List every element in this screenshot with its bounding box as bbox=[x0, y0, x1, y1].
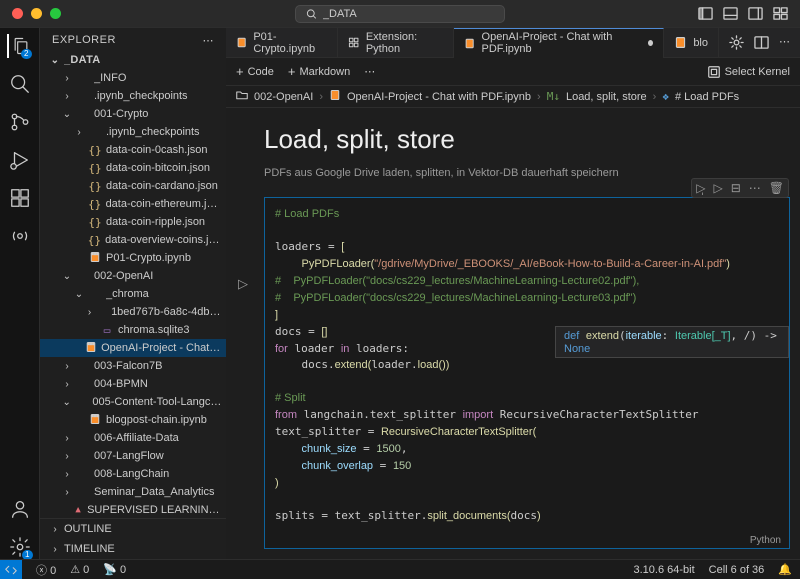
tree-item[interactable]: ›.ipynb_checkpoints bbox=[40, 123, 226, 141]
activity-explorer[interactable]: 2 bbox=[7, 34, 31, 58]
activity-account[interactable] bbox=[8, 497, 32, 521]
status-ports[interactable]: 📡 0 bbox=[103, 563, 126, 576]
tree-item[interactable]: ▭chroma.sqlite3 bbox=[40, 321, 226, 339]
file-tree: ⌄_DATA›_INFO›.ipynb_checkpoints⌄001-Cryp… bbox=[40, 51, 226, 518]
notebook-toolbar: +Code +Markdown ⋯ Select Kernel bbox=[226, 58, 800, 86]
titlebar bbox=[0, 0, 800, 28]
maximize-window[interactable] bbox=[50, 8, 61, 19]
editor-tab[interactable]: P01-Crypto.ipynb bbox=[226, 28, 338, 58]
tree-item[interactable]: data-coin-bitcoin.json bbox=[40, 159, 226, 177]
tree-item[interactable]: ›Seminar_Data_Analytics bbox=[40, 483, 226, 501]
status-bell-icon[interactable]: 🔔 bbox=[778, 563, 792, 576]
activity-debug[interactable] bbox=[8, 148, 32, 172]
breadcrumbs[interactable]: 002-OpenAI›OpenAI-Project - Chat with PD… bbox=[226, 86, 800, 108]
tree-item[interactable]: data-overview-coins.json bbox=[40, 231, 226, 249]
tree-item[interactable]: ›004-BPMN bbox=[40, 375, 226, 393]
activity-search[interactable] bbox=[8, 72, 32, 96]
editor-tab[interactable]: Extension: Python bbox=[338, 28, 454, 58]
editor-tab[interactable]: OpenAI-Project - Chat with PDF.ipynb bbox=[454, 28, 664, 58]
activity-extensions[interactable] bbox=[8, 186, 32, 210]
close-window[interactable] bbox=[12, 8, 23, 19]
layout-customize-icon[interactable] bbox=[773, 6, 788, 21]
tree-item[interactable]: P01-Crypto.ipynb bbox=[40, 249, 226, 267]
tree-item[interactable]: ⌄001-Crypto bbox=[40, 105, 226, 123]
tree-item[interactable]: ›1bed767b-6a8c-4dbe-ac0d-fe… bbox=[40, 303, 226, 321]
sidebar-footer: ›OUTLINE ›TIMELINE bbox=[40, 518, 226, 559]
command-center[interactable] bbox=[295, 5, 505, 23]
split-cell-icon[interactable]: ⊟ bbox=[731, 181, 741, 195]
timeline-section[interactable]: ›TIMELINE bbox=[40, 539, 226, 559]
tree-item[interactable]: ›_INFO bbox=[40, 69, 226, 87]
activity-remote[interactable] bbox=[8, 224, 32, 248]
layout-sidebar-right-icon[interactable] bbox=[748, 6, 763, 21]
tree-item[interactable]: ›003-Falcon7B bbox=[40, 357, 226, 375]
layout-panel-icon[interactable] bbox=[723, 6, 738, 21]
status-warnings[interactable]: ⚠ 0 bbox=[70, 563, 89, 576]
tree-item[interactable]: ⌄_chroma bbox=[40, 285, 226, 303]
split-editor-icon[interactable] bbox=[754, 35, 769, 50]
status-kernel[interactable]: 3.10.6 64-bit bbox=[633, 564, 694, 576]
tree-item[interactable]: blogpost-chain.ipynb bbox=[40, 411, 226, 429]
window-controls bbox=[12, 8, 61, 19]
code-cell-1[interactable]: ▷̩ ▷ ⊟ ⋯ 🗑 # Load PDFs loaders = [ PyPDF… bbox=[264, 197, 790, 549]
add-markdown-cell[interactable]: +Markdown bbox=[288, 64, 350, 79]
editor-tabs: P01-Crypto.ipynbExtension: PythonOpenAI-… bbox=[226, 28, 800, 58]
explorer-sidebar: EXPLORER ⋯ ⌄_DATA›_INFO›.ipynb_checkpoin… bbox=[40, 28, 226, 559]
tree-item[interactable]: data-coin-cardano.json bbox=[40, 177, 226, 195]
page-title: Load, split, store bbox=[264, 124, 790, 155]
activity-scm[interactable] bbox=[8, 110, 32, 134]
tree-item[interactable]: OpenAI-Project - Chat with PDF.i… bbox=[40, 339, 226, 357]
explorer-title: EXPLORER bbox=[52, 34, 116, 47]
tree-item[interactable]: data-coin-ripple.json bbox=[40, 213, 226, 231]
tree-item[interactable]: data-coin-ethereum.json bbox=[40, 195, 226, 213]
tree-item[interactable]: ⌄_DATA bbox=[40, 51, 226, 69]
outline-section[interactable]: ›OUTLINE bbox=[40, 519, 226, 539]
explorer-header: EXPLORER ⋯ bbox=[40, 28, 226, 51]
select-kernel[interactable]: Select Kernel bbox=[707, 65, 790, 79]
explorer-more[interactable]: ⋯ bbox=[203, 34, 215, 47]
editor-area: P01-Crypto.ipynbExtension: PythonOpenAI-… bbox=[226, 28, 800, 559]
editor-tab[interactable]: blo bbox=[664, 28, 719, 58]
settings-badge: 1 bbox=[22, 550, 32, 559]
status-errors[interactable]: ⓧ 0 bbox=[36, 562, 56, 578]
delete-cell-icon[interactable]: 🗑 bbox=[769, 181, 784, 195]
add-code-cell[interactable]: +Code bbox=[236, 64, 274, 79]
search-icon bbox=[306, 8, 317, 20]
signature-hint: def extend(iterable: Iterable[_T], /) ->… bbox=[555, 326, 789, 358]
notebook-content[interactable]: ▷ Load, split, store PDFs aus Google Dri… bbox=[226, 108, 800, 559]
explorer-badge: 2 bbox=[21, 49, 31, 59]
tree-item[interactable]: ›006-Affiliate-Data bbox=[40, 429, 226, 447]
minimize-window[interactable] bbox=[31, 8, 42, 19]
activity-settings[interactable]: 1 bbox=[8, 535, 32, 559]
tree-item[interactable]: ⌄005-Content-Tool-Langchain bbox=[40, 393, 226, 411]
command-input[interactable] bbox=[323, 8, 494, 20]
tree-item[interactable]: ›007-LangFlow bbox=[40, 447, 226, 465]
layout-sidebar-left-icon[interactable] bbox=[698, 6, 713, 21]
status-bar: ⓧ 0 ⚠ 0 📡 0 3.10.6 64-bit Cell 6 of 36 🔔 bbox=[0, 559, 800, 579]
toolbar-more[interactable]: ⋯ bbox=[364, 65, 375, 78]
gear-icon[interactable] bbox=[729, 35, 744, 50]
tree-item[interactable]: data-coin-0cash.json bbox=[40, 141, 226, 159]
run-by-line-icon[interactable]: ▷̩ bbox=[696, 181, 705, 195]
cell-more-icon[interactable]: ⋯ bbox=[749, 181, 761, 195]
cell-toolbar: ▷̩ ▷ ⊟ ⋯ 🗑 bbox=[691, 178, 789, 198]
cell-language[interactable]: Python bbox=[265, 533, 789, 548]
activity-bar: 2 1 bbox=[0, 28, 40, 559]
tab-more[interactable]: ⋯ bbox=[779, 35, 790, 50]
tree-item[interactable]: ›.ipynb_checkpoints bbox=[40, 87, 226, 105]
tree-item[interactable]: ›008-LangChain bbox=[40, 465, 226, 483]
tree-item[interactable]: ▲SUPERVISED LEARNING - Intuition… bbox=[40, 501, 226, 518]
status-cell[interactable]: Cell 6 of 36 bbox=[709, 564, 765, 576]
run-cell-gutter[interactable]: ▷ bbox=[238, 276, 248, 292]
remote-indicator[interactable] bbox=[0, 560, 22, 579]
execute-cell-icon[interactable]: ▷ bbox=[713, 181, 722, 195]
tree-item[interactable]: ⌄002-OpenAI bbox=[40, 267, 226, 285]
